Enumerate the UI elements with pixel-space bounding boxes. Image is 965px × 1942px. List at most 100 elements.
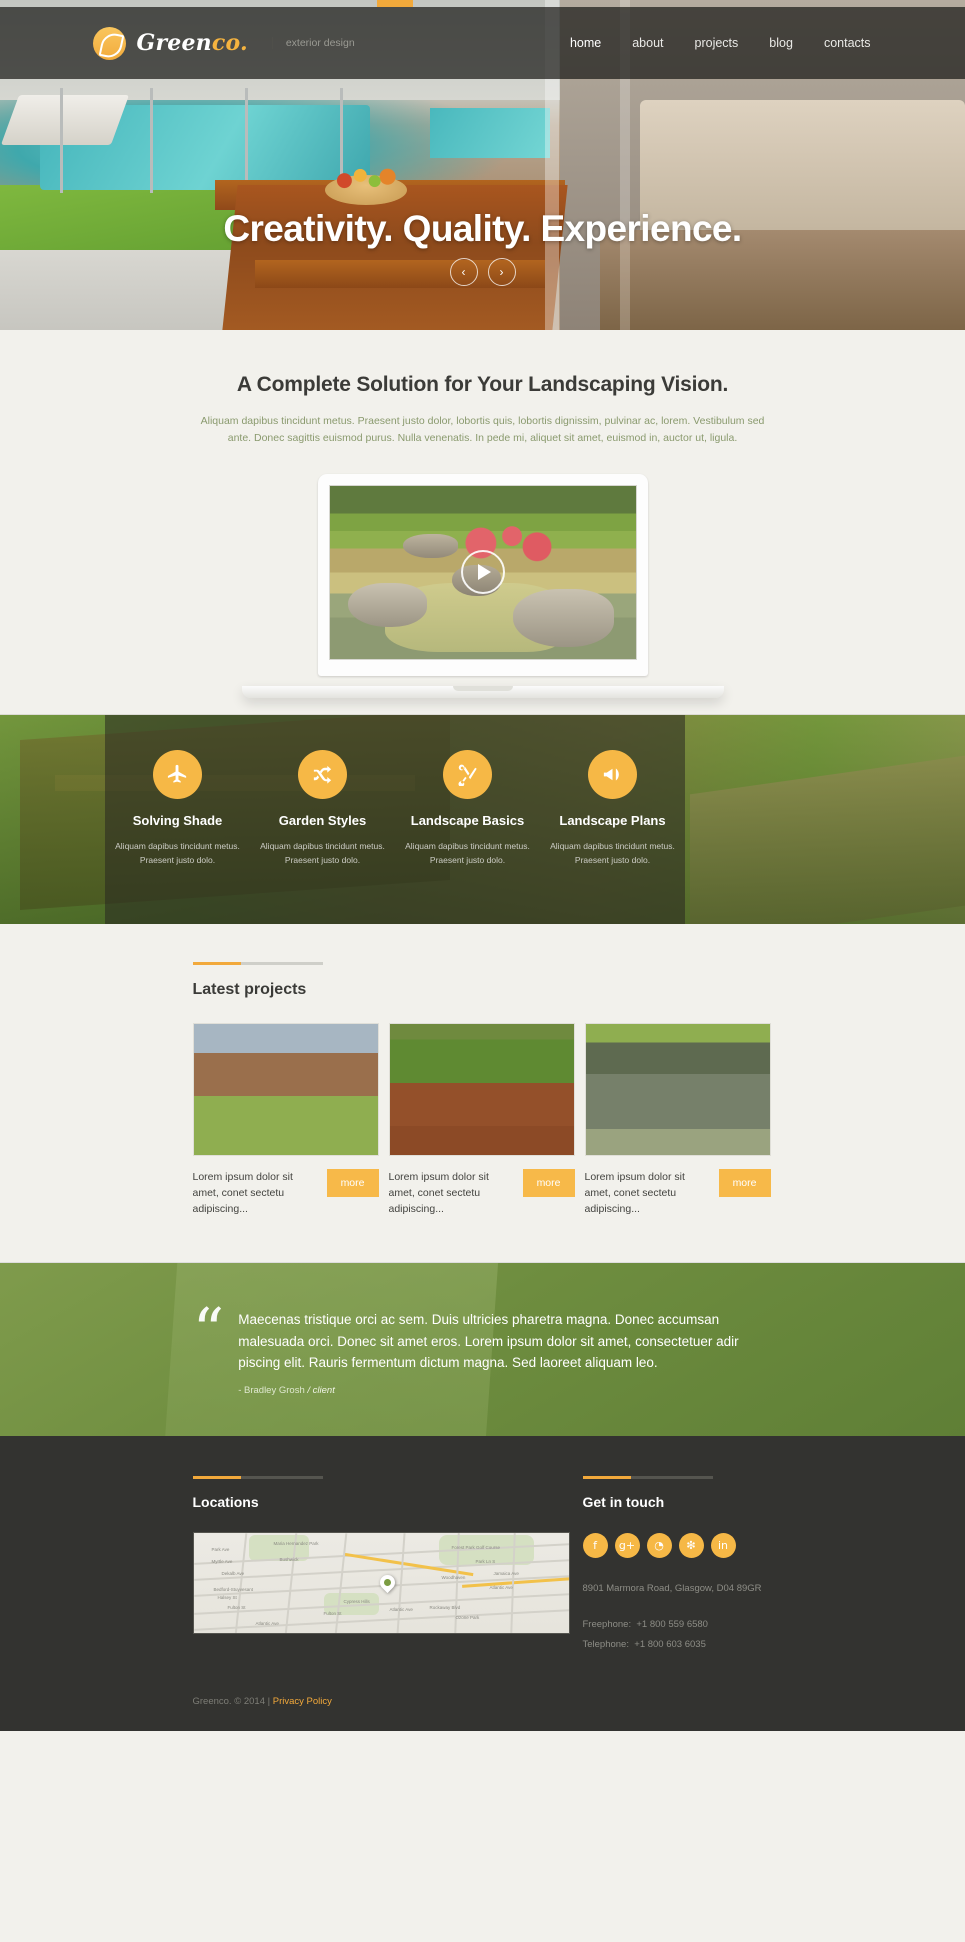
testimonial-text: Maecenas tristique orci ac sem. Duis ult…	[238, 1312, 739, 1371]
projects-heading: Latest projects	[192, 980, 307, 998]
footer-copyright: Greenco. © 2014 | Privacy Policy	[193, 1696, 773, 1731]
map-street-label: Jamaica Ave	[493, 1571, 519, 1577]
map-street-label: Atlantic Ave	[489, 1585, 513, 1591]
intro-heading: A Complete Solution for Your Landscaping…	[236, 373, 729, 396]
nav-item-about[interactable]: about	[632, 36, 663, 50]
project-caption: Lorem ipsum dolor sit amet, conet sectet…	[388, 1170, 489, 1216]
telephone-label: Telephone:	[582, 1638, 629, 1650]
map-location-pin-icon	[376, 1572, 398, 1594]
service-card-landscape-plans[interactable]: Landscape Plans Aliquam dapibus tincidun…	[540, 714, 685, 924]
service-description: Aliquam dapibus tincidunt metus. Praesen…	[405, 840, 530, 866]
intro-paragraph: Aliquam dapibus tincidunt metus. Praesen…	[200, 415, 765, 445]
linkedin-icon[interactable]: in	[710, 1533, 736, 1559]
project-card[interactable]: Lorem ipsum dolor sit amet, conet sectet…	[388, 1022, 575, 1218]
map-street-label: Cypress Hills	[343, 1599, 370, 1605]
page-root: Greenco. exterior design home about proj…	[0, 0, 965, 1732]
latest-projects-section: Latest projects Lorem ipsum dolor sit am…	[0, 923, 965, 1263]
copyright-text: Greenco. © 2014	[192, 1696, 266, 1708]
project-image[interactable]	[192, 1022, 379, 1156]
service-title: Landscape Plans	[559, 812, 666, 828]
services-section: Solving Shade Aliquam dapibus tincidunt …	[0, 713, 965, 924]
project-card[interactable]: Lorem ipsum dolor sit amet, conet sectet…	[584, 1022, 771, 1218]
service-description: Aliquam dapibus tincidunt metus. Praesen…	[550, 840, 675, 866]
project-card[interactable]: Lorem ipsum dolor sit amet, conet sectet…	[192, 1022, 379, 1218]
video-thumbnail	[328, 484, 637, 660]
slider-next-button[interactable]: ›	[487, 258, 516, 286]
quote-mark-icon: “	[192, 1294, 225, 1368]
testimonial-section: “ Maecenas tristique orci ac sem. Duis u…	[0, 1262, 965, 1437]
location-map[interactable]: Park Ave Maria Hernandez Park Myrtle Ave De…	[192, 1532, 570, 1635]
telephone-value: +1 800 603 6035	[634, 1638, 706, 1650]
service-title: Garden Styles	[278, 812, 367, 828]
map-street-label: Halsey St	[217, 1595, 237, 1601]
slider-prev-button[interactable]: ‹	[449, 258, 478, 286]
map-street-label: Fulton St	[227, 1605, 246, 1611]
map-street-label: Park Ln S	[475, 1559, 496, 1565]
service-card-landscape-basics[interactable]: Landscape Basics Aliquam dapibus tincidu…	[395, 714, 540, 924]
map-street-label: Forest Park Golf Course	[451, 1545, 501, 1551]
privacy-policy-link[interactable]: Privacy Policy	[273, 1696, 332, 1707]
logo[interactable]: Greenco. exterior design	[92, 26, 355, 60]
service-card-solving-shade[interactable]: Solving Shade Aliquam dapibus tincidunt …	[105, 714, 250, 924]
footer-divider	[192, 1476, 323, 1480]
social-links: f g+ ◔ ❇ in	[582, 1533, 773, 1559]
main-nav: home about projects blog contacts	[570, 36, 873, 50]
map-street-label: Dekalb Ave	[221, 1571, 245, 1577]
project-caption: Lorem ipsum dolor sit amet, conet sectet…	[584, 1170, 685, 1216]
footer-phones: Freephone: +1 800 559 6580 Telephone: +1…	[583, 1615, 773, 1655]
nav-item-home[interactable]: home	[570, 36, 601, 50]
freephone-value: +1 800 559 6580	[636, 1618, 708, 1630]
service-card-garden-styles[interactable]: Garden Styles Aliquam dapibus tincidunt …	[250, 714, 395, 924]
map-street-label: Fulton St	[323, 1611, 342, 1617]
map-street-label: Myrtle Ave	[211, 1559, 233, 1565]
nav-item-contacts[interactable]: contacts	[824, 36, 871, 50]
map-street-label: Bushwick	[279, 1557, 299, 1563]
locations-heading: Locations	[192, 1494, 259, 1511]
nav-item-projects[interactable]: projects	[695, 36, 739, 50]
footer-locations: Locations Park Ave Maria Hernandez Park …	[192, 1476, 583, 1654]
project-image[interactable]	[388, 1022, 575, 1156]
map-street-label: Ozone Park	[455, 1615, 480, 1621]
site-footer: Locations Park Ave Maria Hernandez Park …	[0, 1436, 965, 1732]
hero-slider-controls: ‹ ›	[0, 258, 965, 286]
map-street-label: Maria Hernandez Park	[273, 1541, 319, 1547]
map-street-label: Bedford-Stuyvesant	[213, 1587, 254, 1593]
laptop-base	[241, 685, 724, 698]
leaf-logo-icon	[92, 26, 126, 60]
contact-heading: Get in touch	[582, 1494, 665, 1511]
nav-item-blog[interactable]: blog	[769, 36, 793, 50]
top-navigation-bar: Greenco. exterior design home about proj…	[0, 7, 965, 79]
map-street-label: Rockaway Blvd	[429, 1605, 461, 1611]
project-more-button[interactable]: more	[522, 1168, 575, 1197]
hero-title: Creativity. Quality. Experience.	[223, 208, 742, 249]
project-more-button[interactable]: more	[718, 1168, 771, 1197]
project-caption: Lorem ipsum dolor sit amet, conet sectet…	[192, 1170, 293, 1216]
nav-active-indicator	[377, 0, 413, 7]
map-street-label: Park Ave	[211, 1547, 230, 1553]
freephone-label: Freephone:	[582, 1618, 632, 1630]
project-image[interactable]	[584, 1022, 771, 1156]
service-title: Landscape Basics	[410, 812, 525, 828]
logo-text: Greenco.	[136, 30, 248, 56]
plane-icon	[153, 749, 202, 799]
service-description: Aliquam dapibus tincidunt metus. Praesen…	[115, 840, 240, 866]
hero-section: Greenco. exterior design home about proj…	[0, 0, 965, 330]
map-street-label: Atlantic Ave	[255, 1621, 279, 1627]
project-more-button[interactable]: more	[326, 1168, 379, 1197]
google-plus-icon[interactable]: g+	[614, 1533, 640, 1559]
twitter-icon[interactable]: ❇	[678, 1533, 704, 1559]
map-street-label: Woodhaven	[441, 1575, 466, 1581]
rss-icon[interactable]: ◔	[646, 1533, 672, 1559]
copyright-separator: |	[267, 1696, 271, 1708]
intro-section: A Complete Solution for Your Landscaping…	[0, 330, 965, 714]
megaphone-icon	[588, 749, 637, 799]
play-button-icon[interactable]	[460, 550, 505, 595]
map-street-label: Atlantic Ave	[389, 1607, 413, 1613]
footer-address: 8901 Marmora Road, Glasgow, D04 89GR	[582, 1583, 762, 1595]
facebook-icon[interactable]: f	[582, 1533, 608, 1559]
section-divider	[192, 961, 323, 965]
scissors-icon	[443, 749, 492, 799]
service-description: Aliquam dapibus tincidunt metus. Praesen…	[260, 840, 385, 866]
logo-tagline: exterior design	[271, 37, 355, 49]
footer-contact: Get in touch f g+ ◔ ❇ in 8901 Marmora Ro…	[582, 1476, 773, 1655]
